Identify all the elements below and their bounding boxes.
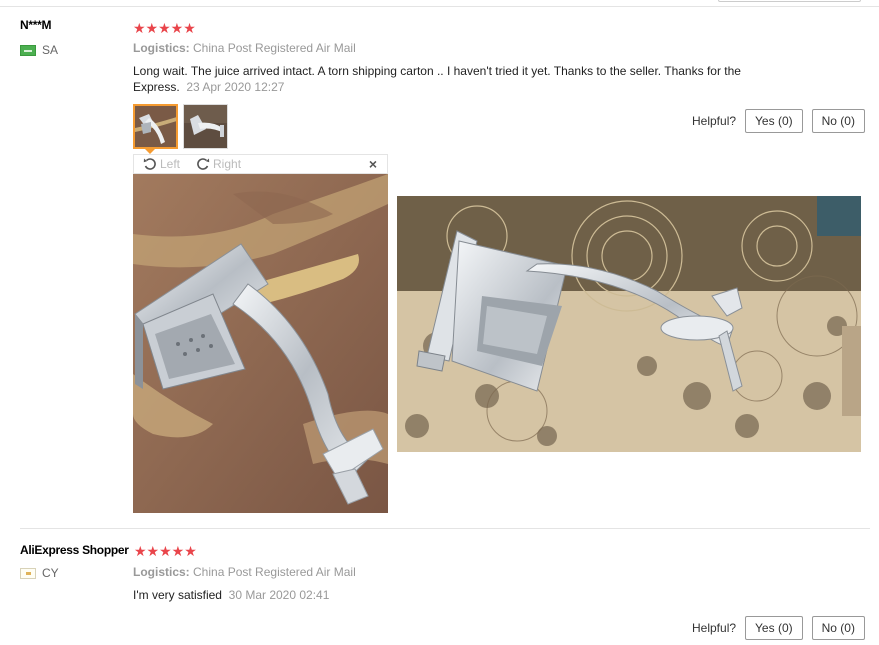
- reviewer-name: AliExpress Shopper: [20, 543, 129, 557]
- logistics-info: Logistics: China Post Registered Air Mai…: [133, 565, 356, 579]
- photo-thumbnails: [133, 104, 228, 149]
- flag-cy-icon: [20, 567, 36, 579]
- rotate-right-button[interactable]: Right: [196, 157, 241, 171]
- juicer-photo-thumb-icon: [184, 105, 227, 148]
- rotate-left-label: Left: [160, 157, 181, 171]
- star-rating: ★★★★★: [134, 543, 197, 559]
- review-text: Long wait. The juice arrived intact. A t…: [133, 63, 833, 95]
- review-divider: [20, 528, 870, 529]
- juicer-photo-image: [133, 174, 388, 513]
- logistics-value: China Post Registered Air Mail: [193, 41, 356, 55]
- rotate-left-button[interactable]: Left: [143, 157, 180, 171]
- rotate-right-icon: [197, 158, 210, 170]
- photo-viewer-toolbar: Left Right ×: [133, 154, 388, 174]
- top-control-edge[interactable]: [718, 0, 861, 2]
- logistics-info: Logistics: China Post Registered Air Mai…: [133, 41, 356, 55]
- review-photo-secondary[interactable]: [397, 196, 861, 452]
- helpful-yes-button[interactable]: Yes (0): [745, 109, 803, 133]
- juicer-photo-image: [397, 196, 861, 452]
- photo-thumbnail-1[interactable]: [133, 104, 178, 149]
- helpful-no-button[interactable]: No (0): [811, 109, 865, 133]
- logistics-label: Logistics:: [133, 565, 190, 579]
- review-date: 30 Mar 2020 02:41: [228, 588, 330, 602]
- helpful-no-button[interactable]: No (0): [811, 616, 865, 640]
- helpful-controls: Helpful? Yes (0) No (0): [692, 109, 865, 133]
- rotate-right-label: Right: [213, 157, 242, 171]
- reviewer-country: CY: [20, 566, 59, 580]
- close-viewer-button[interactable]: ×: [369, 156, 377, 172]
- helpful-yes-button[interactable]: Yes (0): [745, 616, 803, 640]
- logistics-value: China Post Registered Air Mail: [193, 565, 356, 579]
- juicer-photo-thumb-icon: [135, 106, 176, 147]
- helpful-label: Helpful?: [692, 114, 737, 128]
- helpful-label: Helpful?: [692, 621, 737, 635]
- reviewer-name: N***M: [20, 18, 52, 32]
- star-rating: ★★★★★: [133, 20, 196, 36]
- helpful-controls: Helpful? Yes (0) No (0): [692, 616, 865, 640]
- flag-sa-icon: [20, 44, 36, 56]
- country-code: SA: [42, 43, 59, 57]
- review-photo-large[interactable]: [133, 174, 388, 513]
- review-text-line: Express.: [133, 80, 180, 94]
- review-item: N***M SA ★★★★★ Logistics: China Post Reg…: [0, 8, 879, 528]
- photo-thumbnail-2[interactable]: [183, 104, 228, 149]
- review-text: I'm very satisfied 30 Mar 2020 02:41: [133, 587, 329, 603]
- country-code: CY: [42, 566, 59, 580]
- review-date: 23 Apr 2020 12:27: [186, 80, 285, 94]
- review-item: AliExpress Shopper CY ★★★★★ Logistics: C…: [0, 530, 879, 645]
- logistics-label: Logistics:: [133, 41, 190, 55]
- review-text-line: Long wait. The juice arrived intact. A t…: [133, 64, 741, 78]
- reviewer-country: SA: [20, 43, 58, 57]
- top-divider: [0, 6, 879, 7]
- review-text-line: I'm very satisfied: [133, 588, 222, 602]
- rotate-left-icon: [143, 158, 156, 170]
